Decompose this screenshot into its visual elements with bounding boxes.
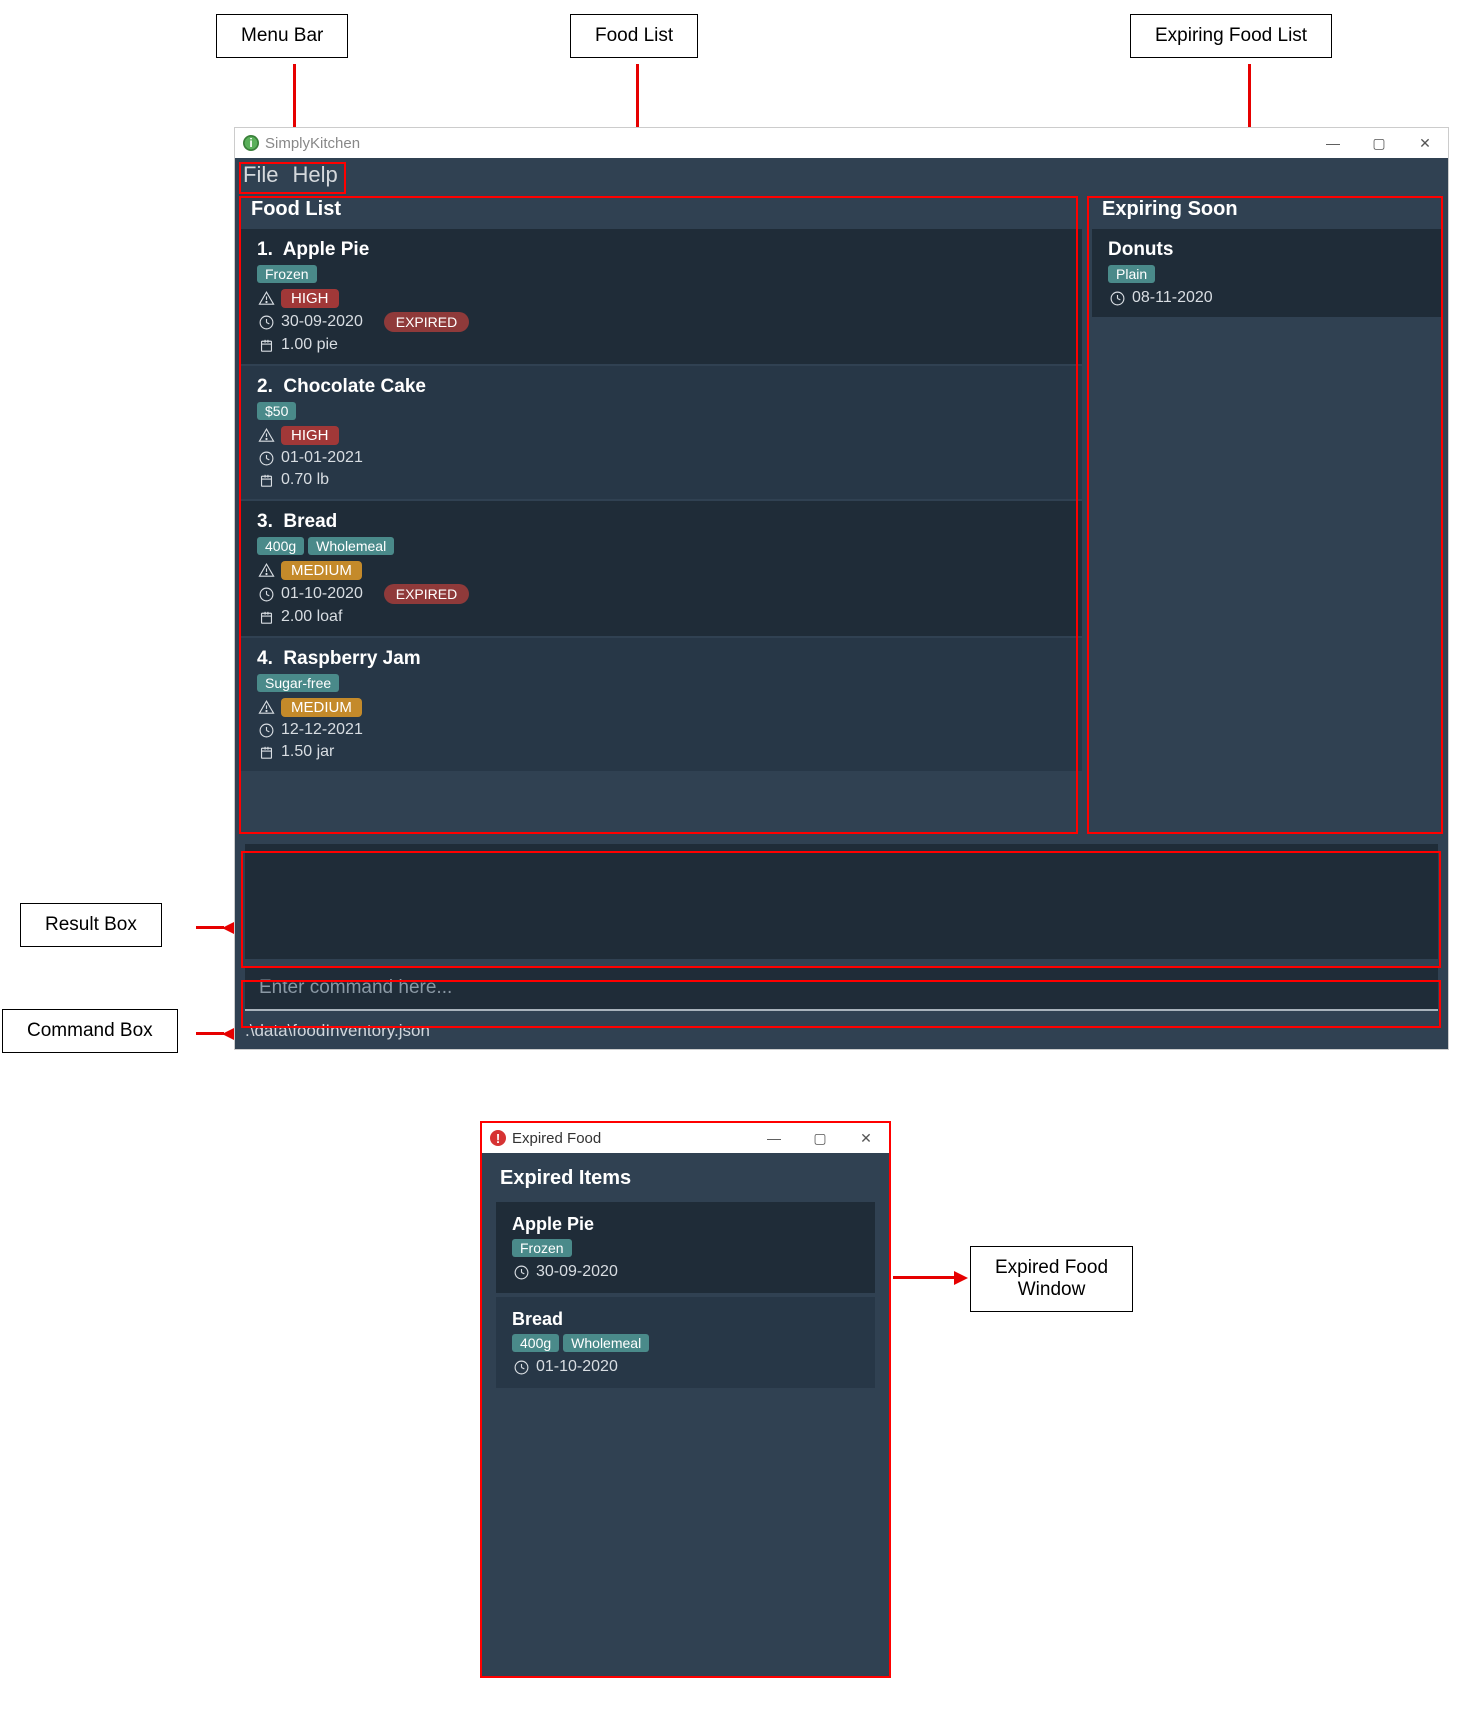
- food-list-panel: Food List 1. Apple Pie Frozen HIGH 30-09-20…: [241, 192, 1082, 824]
- food-qty: 2.00 loaf: [281, 608, 342, 626]
- main-window: i SimplyKitchen — ▢ ✕ File Help Food Lis…: [234, 127, 1449, 1050]
- callout-expiring-list: Expiring Food List: [1130, 14, 1332, 58]
- expiring-header: Expiring Soon: [1092, 192, 1442, 229]
- priority-badge: MEDIUM: [281, 561, 362, 580]
- food-qty: 1.50 jar: [281, 743, 334, 761]
- food-date: 12-12-2021: [281, 721, 363, 739]
- food-title: 2. Chocolate Cake: [257, 376, 1066, 398]
- clock-icon: [257, 449, 275, 467]
- expired-item-name: Bread: [512, 1309, 859, 1330]
- tag: Frozen: [512, 1239, 572, 1257]
- food-date: 01-01-2021: [281, 449, 363, 467]
- quantity-icon: [257, 471, 275, 489]
- warning-icon: [257, 427, 275, 445]
- result-box: [245, 844, 1438, 959]
- priority-badge: HIGH: [281, 426, 339, 445]
- arrow-line: [196, 926, 224, 929]
- quantity-icon: [257, 608, 275, 626]
- expired-badge: EXPIRED: [384, 312, 469, 332]
- food-date: 01-10-2020: [281, 585, 363, 603]
- callout-result-box: Result Box: [20, 903, 162, 947]
- callout-food-list: Food List: [570, 14, 698, 58]
- clock-icon: [1108, 289, 1126, 307]
- quantity-icon: [257, 336, 275, 354]
- expiring-card[interactable]: Donuts Plain 08-11-2020: [1092, 229, 1442, 317]
- tag: Plain: [1108, 265, 1155, 283]
- expired-item-date: 01-10-2020: [536, 1358, 618, 1376]
- expired-item-date: 30-09-2020: [536, 1263, 618, 1281]
- expiring-panel: Expiring Soon Donuts Plain 08-11-2020: [1092, 192, 1442, 824]
- status-bar: .\data\foodInventory.json: [235, 1017, 1448, 1049]
- menu-file[interactable]: File: [243, 162, 278, 188]
- food-card[interactable]: 4. Raspberry Jam Sugar-free MEDIUM 12-12-20…: [241, 638, 1082, 771]
- expired-badge: EXPIRED: [384, 584, 469, 604]
- expired-window-title: Expired Food: [512, 1130, 601, 1147]
- clock-icon: [257, 313, 275, 331]
- clock-icon: [257, 585, 275, 603]
- close-button[interactable]: ✕: [1402, 128, 1448, 158]
- command-input[interactable]: Enter command here...: [245, 967, 1438, 1011]
- expired-card[interactable]: Bread 400gWholemeal 01-10-2020: [496, 1297, 875, 1388]
- food-date: 30-09-2020: [281, 313, 363, 331]
- quantity-icon: [257, 743, 275, 761]
- expired-items-header: Expired Items: [496, 1159, 875, 1202]
- tag: Wholemeal: [308, 537, 394, 555]
- callout-menu-bar: Menu Bar: [216, 14, 348, 58]
- tag: 400g: [512, 1334, 559, 1352]
- tag: Wholemeal: [563, 1334, 649, 1352]
- minimize-button[interactable]: —: [1310, 128, 1356, 158]
- minimize-button[interactable]: —: [751, 1123, 797, 1153]
- menu-help[interactable]: Help: [292, 162, 337, 188]
- food-title: 1. Apple Pie: [257, 239, 1066, 261]
- clock-icon: [512, 1358, 530, 1376]
- tag: Frozen: [257, 265, 317, 283]
- clock-icon: [512, 1263, 530, 1281]
- food-list-header: Food List: [241, 192, 1082, 229]
- food-card[interactable]: 2. Chocolate Cake $50 HIGH 01-01-2021 0.70 …: [241, 366, 1082, 499]
- food-title: 3. Bread: [257, 511, 1066, 533]
- arrow-line: [893, 1276, 956, 1279]
- food-qty: 1.00 pie: [281, 336, 338, 354]
- food-title: 4. Raspberry Jam: [257, 648, 1066, 670]
- warning-icon: [257, 699, 275, 717]
- callout-command-box: Command Box: [2, 1009, 178, 1053]
- tag: 400g: [257, 537, 304, 555]
- warning-icon: [257, 290, 275, 308]
- tag: Sugar-free: [257, 674, 339, 692]
- food-card[interactable]: 1. Apple Pie Frozen HIGH 30-09-2020 EXPIRED…: [241, 229, 1082, 364]
- expiring-date: 08-11-2020: [1132, 289, 1213, 307]
- maximize-button[interactable]: ▢: [1356, 128, 1402, 158]
- window-title: SimplyKitchen: [265, 135, 360, 152]
- expired-titlebar: ! Expired Food — ▢ ✕: [482, 1123, 889, 1153]
- clock-icon: [257, 721, 275, 739]
- titlebar: i SimplyKitchen — ▢ ✕: [235, 128, 1448, 158]
- tag: $50: [257, 402, 296, 420]
- expired-card[interactable]: Apple Pie Frozen 30-09-2020: [496, 1202, 875, 1293]
- app-icon: i: [243, 135, 259, 151]
- expired-item-name: Apple Pie: [512, 1214, 859, 1235]
- arrow-line: [196, 1032, 224, 1035]
- menubar: File Help: [235, 158, 1448, 192]
- expiring-name: Donuts: [1108, 239, 1426, 261]
- priority-badge: HIGH: [281, 289, 339, 308]
- priority-badge: MEDIUM: [281, 698, 362, 717]
- food-list-scroll[interactable]: 1. Apple Pie Frozen HIGH 30-09-2020 EXPIRED…: [241, 229, 1082, 824]
- expired-food-window: ! Expired Food — ▢ ✕ Expired Items Apple…: [480, 1121, 891, 1678]
- food-card[interactable]: 3. Bread 400gWholemeal MEDIUM 01-10-2020 EX…: [241, 501, 1082, 636]
- alert-icon: !: [490, 1130, 506, 1146]
- close-button[interactable]: ✕: [843, 1123, 889, 1153]
- maximize-button[interactable]: ▢: [797, 1123, 843, 1153]
- callout-expired-window: Expired Food Window: [970, 1246, 1133, 1312]
- food-qty: 0.70 lb: [281, 471, 329, 489]
- warning-icon: [257, 562, 275, 580]
- arrow-head: [954, 1271, 968, 1285]
